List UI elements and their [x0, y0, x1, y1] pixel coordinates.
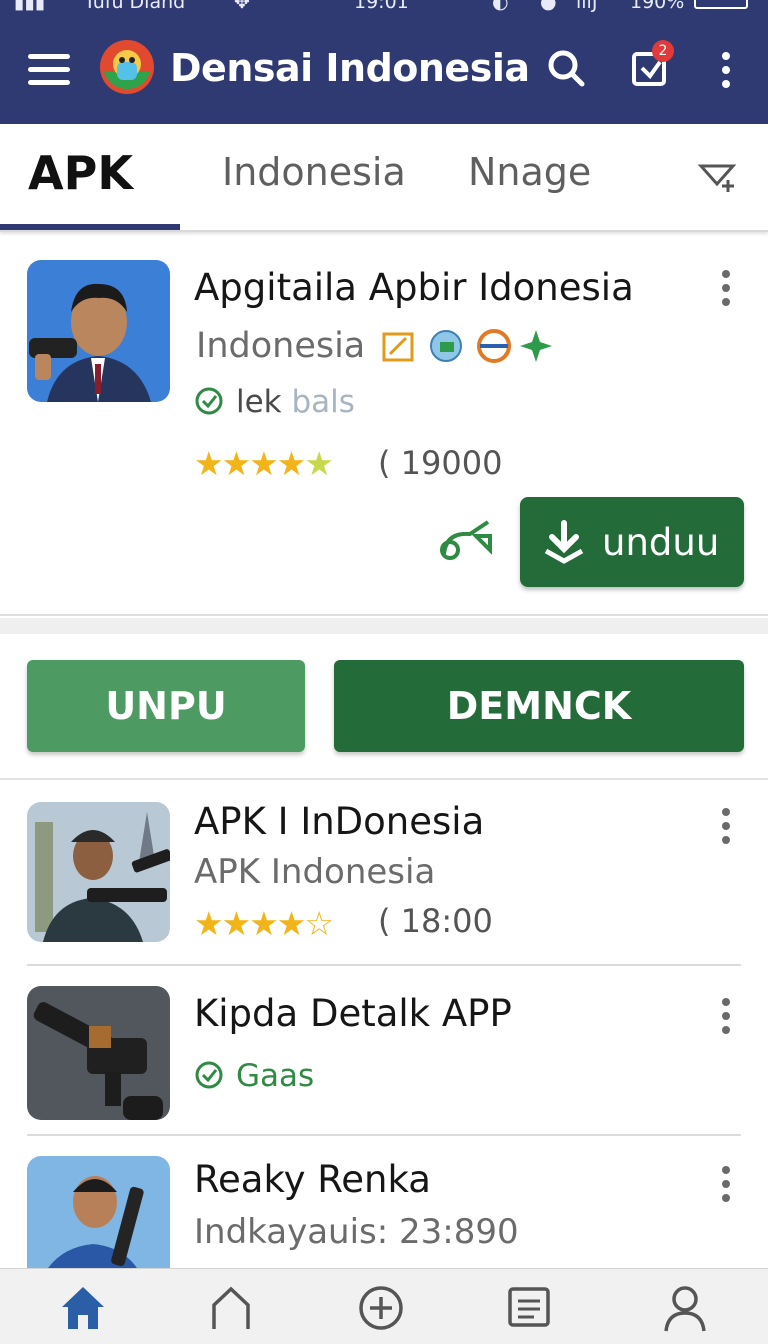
demnck-button[interactable]: DEMNCK: [334, 660, 744, 752]
filter-icon[interactable]: [698, 158, 738, 198]
active-tab-indicator: [0, 224, 180, 230]
overflow-menu-icon[interactable]: [722, 52, 732, 88]
list-item-more-icon[interactable]: [722, 998, 732, 1034]
signal-icon: ▮▮▮: [14, 0, 46, 13]
notification-badge: 2: [652, 40, 674, 62]
download-icon: [544, 520, 584, 564]
featured-app-developer: Indonesia: [196, 326, 366, 366]
top-bar: ▮▮▮ Tufu Diand ✥ 19:01 ◐ ● ıılJ 190% Den…: [0, 0, 768, 124]
notification-button[interactable]: 2: [630, 40, 674, 88]
sparkle-badge-icon: [520, 330, 552, 362]
location-icon: ✥: [234, 0, 250, 13]
verified-status: lek bals: [194, 384, 355, 420]
bottom-navigation: [0, 1268, 768, 1344]
featured-more-icon[interactable]: [722, 270, 732, 306]
menu-icon[interactable]: [28, 54, 70, 86]
add-circle-icon[interactable]: [356, 1283, 406, 1333]
battery-level: 190%: [630, 0, 685, 13]
verified-check-icon: [195, 387, 223, 415]
home-icon[interactable]: [58, 1283, 108, 1333]
list-item-more-icon[interactable]: [722, 1166, 732, 1202]
list-item-rating-count: ( 18:00: [378, 902, 493, 940]
list-item-2-thumbnail: [27, 986, 170, 1120]
featured-app-card[interactable]: Apgitaila Apbir Idonesia Indonesia lek b…: [0, 238, 768, 616]
app-title: Densai Indonesia: [170, 46, 530, 90]
profile-icon[interactable]: [660, 1283, 710, 1333]
app-logo-icon: [100, 40, 154, 94]
list-item-3-thumbnail: [27, 1156, 170, 1268]
list-item-subtitle: Indkayauis: 23:890: [194, 1212, 519, 1252]
globe-badge-icon: [430, 330, 462, 362]
section-divider: [0, 618, 768, 634]
list-document-icon[interactable]: [504, 1283, 554, 1333]
clock: 19:01: [354, 0, 409, 13]
download-button[interactable]: unduu: [520, 497, 744, 587]
app-bar: Densai Indonesia 2: [0, 30, 768, 110]
category-badges: [382, 329, 552, 363]
status-bar: ▮▮▮ Tufu Diand ✥ 19:01 ◐ ● ıılJ 190%: [0, 0, 768, 20]
featured-app-title: Apgitaila Apbir Idonesia: [194, 266, 634, 309]
list-item[interactable]: APK I InDonesia APK Indonesia ★★★★☆ ( 18…: [0, 796, 768, 962]
list-item-verified: Gaas: [194, 1058, 314, 1094]
share-icon[interactable]: [436, 514, 496, 564]
sync-icon: ◐: [492, 0, 509, 13]
battery-icon: [694, 0, 748, 9]
list-item[interactable]: Kipda Detalk APP Gaas: [0, 980, 768, 1132]
cell-signal-icon: ıılJ: [576, 0, 598, 13]
tab-apk[interactable]: APK: [28, 146, 133, 200]
list-item-1-thumbnail: [27, 802, 170, 942]
featured-app-thumbnail: [27, 260, 170, 402]
featured-rating-stars: ★★★★★: [194, 444, 334, 483]
tab-indonesia[interactable]: Indonesia: [222, 150, 406, 194]
compass-badge-icon: [477, 329, 511, 363]
list-divider: [27, 964, 741, 966]
alert-icon: ●: [540, 0, 557, 13]
download-label: unduu: [602, 521, 720, 564]
list-item-title: Reaky Renka: [194, 1158, 431, 1201]
search-icon[interactable]: [546, 48, 586, 88]
list-item[interactable]: Reaky Renka Indkayauis: 23:890: [0, 1150, 768, 1268]
tab-nnage[interactable]: Nnage: [468, 150, 591, 194]
list-item-more-icon[interactable]: [722, 808, 732, 844]
verified-label: lek: [236, 384, 282, 420]
list-item-title: Kipda Detalk APP: [194, 992, 512, 1035]
house-outline-icon[interactable]: [206, 1283, 256, 1333]
list-item-title: APK I InDonesia: [194, 800, 485, 843]
list-item-subtitle: APK Indonesia: [194, 852, 436, 892]
list-item-rating-stars: ★★★★☆: [194, 904, 334, 943]
edit-badge-icon: [382, 332, 414, 362]
featured-rating-count: ( 19000: [378, 444, 503, 482]
verified-check-icon: [195, 1061, 223, 1089]
verified-label-suffix: bals: [291, 384, 355, 420]
tab-bar: APK Indonesia Nnage: [0, 124, 768, 232]
unpu-button[interactable]: UNPU: [27, 660, 305, 752]
list-top-divider: [0, 778, 768, 780]
list-item-subtitle: Gaas: [236, 1058, 315, 1094]
carrier-label: Tufu Diand: [84, 0, 186, 13]
list-divider: [27, 1134, 741, 1136]
